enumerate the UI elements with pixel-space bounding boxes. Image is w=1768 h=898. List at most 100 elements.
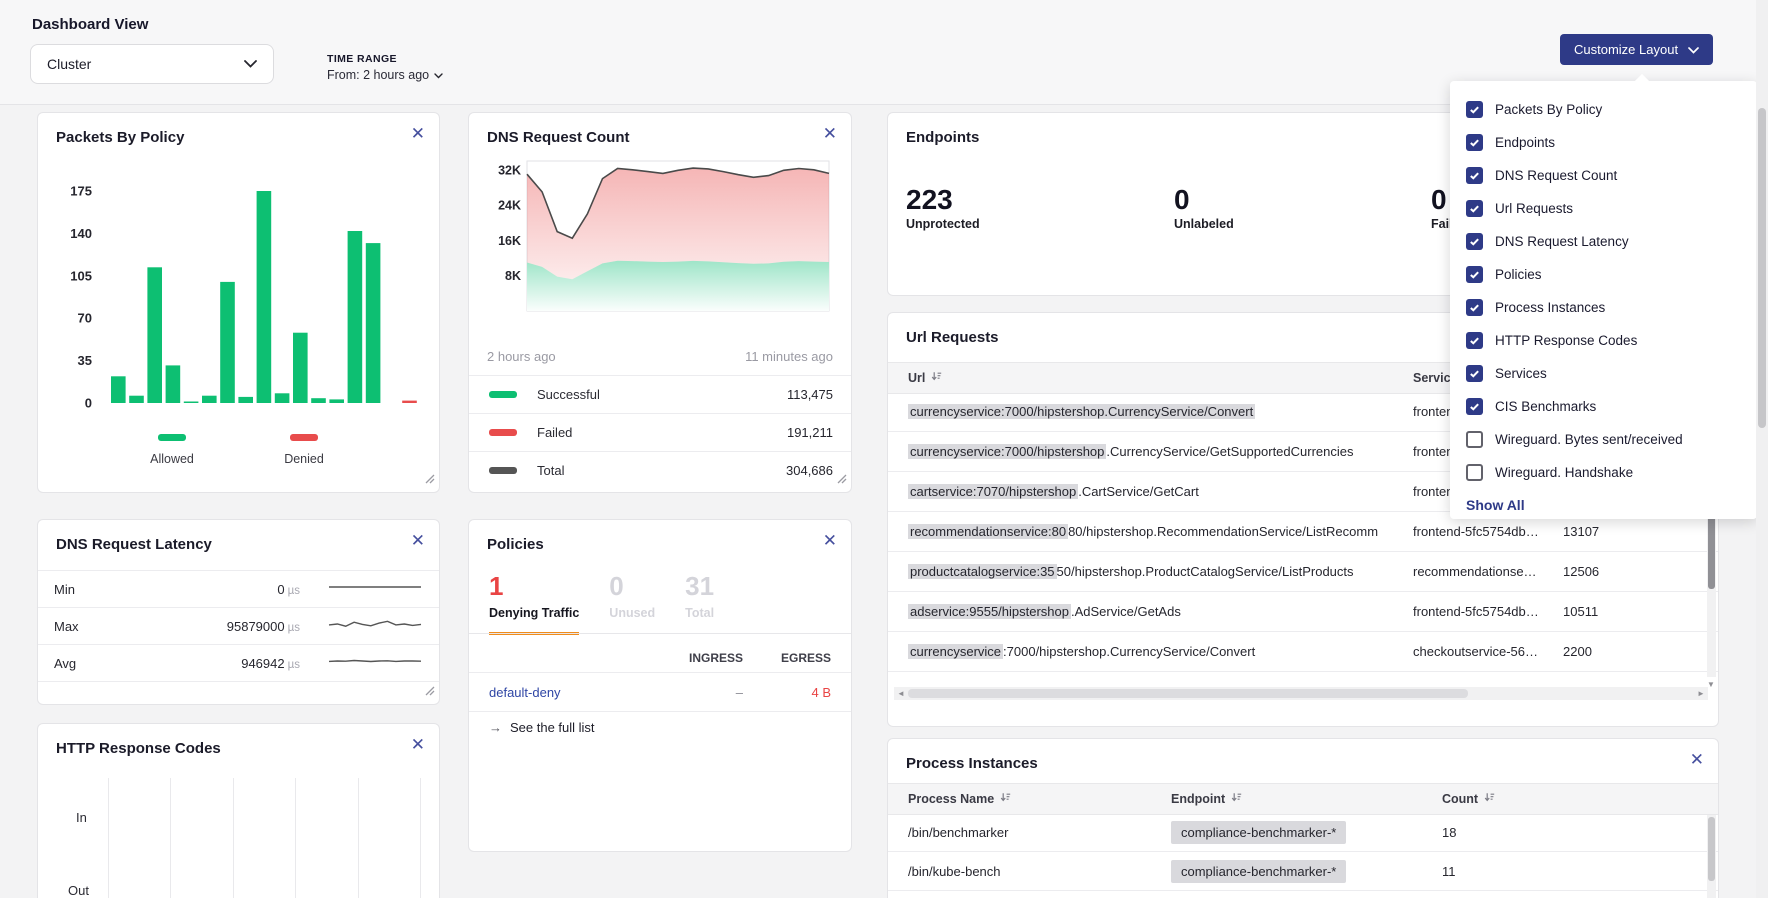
checkbox-checked-icon <box>1466 200 1483 217</box>
close-icon[interactable]: ✕ <box>411 532 425 549</box>
dropdown-item-services[interactable]: Services <box>1466 357 1757 390</box>
gridline <box>420 778 421 898</box>
show-all-link[interactable]: Show All <box>1466 497 1525 513</box>
stat-label: Total <box>685 606 714 620</box>
close-icon[interactable]: ✕ <box>823 532 837 549</box>
url-highlight: currencyservice:7000/hipstershop.Currenc… <box>908 404 1255 419</box>
url-rest: 50/hipstershop.ProductCatalogService/Lis… <box>1057 564 1354 579</box>
dropdown-item-label: Wireguard. Bytes sent/received <box>1495 432 1683 447</box>
dropdown-item-process-instances[interactable]: Process Instances <box>1466 291 1757 324</box>
latency-value: 0µs <box>150 582 300 597</box>
stat-value: 1 <box>489 572 579 600</box>
successful-swatch <box>489 391 517 398</box>
page-title: Dashboard View <box>32 16 148 33</box>
dropdown-item-packets-by-policy[interactable]: Packets By Policy <box>1466 93 1757 126</box>
close-icon[interactable]: ✕ <box>1690 751 1704 768</box>
dropdown-item-label: Url Requests <box>1495 201 1573 216</box>
divider <box>469 633 851 634</box>
policies-tab-denying-traffic[interactable]: 1Denying Traffic <box>489 572 579 635</box>
svg-text:35: 35 <box>78 353 92 368</box>
policies-stats: 1Denying Traffic 0 Unused 31Total <box>489 572 851 633</box>
count-cell: 12506 <box>1563 564 1718 579</box>
url-highlight: adservice:9555/hipstershop <box>908 604 1071 619</box>
dropdown-item-dns-request-latency[interactable]: DNS Request Latency <box>1466 225 1757 258</box>
stat-value: 0 <box>609 572 655 600</box>
close-icon[interactable]: ✕ <box>411 125 425 142</box>
resize-handle-icon[interactable] <box>425 683 435 701</box>
view-selector[interactable]: Cluster <box>30 44 274 84</box>
dropdown-item-cis-benchmarks[interactable]: CIS Benchmarks <box>1466 390 1757 423</box>
dropdown-item-label: Services <box>1495 366 1547 381</box>
policy-name-link[interactable]: default-deny <box>489 685 647 700</box>
category-label-out: Out <box>68 883 89 898</box>
dropdown-item-dns-request-count[interactable]: DNS Request Count <box>1466 159 1757 192</box>
legend-label: Total <box>537 463 786 478</box>
panel-policies: Policies ✕ 1Denying Traffic0Unused31Tota… <box>468 519 852 852</box>
dropdown-item-wireguard-handshake[interactable]: Wireguard. Handshake <box>1466 456 1757 489</box>
dropdown-item-policies[interactable]: Policies <box>1466 258 1757 291</box>
column-header-url[interactable]: Url <box>908 371 1413 385</box>
process-name-cell: /bin/kube-bench <box>908 864 1171 879</box>
see-full-list-link[interactable]: → See the full list <box>489 720 595 735</box>
vertical-scrollbar[interactable] <box>1707 815 1716 898</box>
svg-text:24K: 24K <box>498 199 521 213</box>
latency-row-max: Max95879000µs <box>38 607 439 644</box>
panel-title: DNS Request Latency <box>56 536 212 553</box>
scrollbar-thumb[interactable] <box>908 689 1468 698</box>
gridline <box>108 778 109 898</box>
svg-text:0: 0 <box>85 396 92 411</box>
dropdown-item-label: Policies <box>1495 267 1542 282</box>
endpoint-cell: compliance-benchmarker-* <box>1171 821 1442 844</box>
customize-layout-button[interactable]: Customize Layout <box>1560 34 1713 65</box>
dropdown-item-endpoints[interactable]: Endpoints <box>1466 126 1757 159</box>
svg-text:70: 70 <box>78 311 92 326</box>
latency-label: Min <box>54 582 150 597</box>
legend-label: Successful <box>537 387 787 402</box>
dropdown-item-label: CIS Benchmarks <box>1495 399 1596 414</box>
dropdown-items: Packets By PolicyEndpointsDNS Request Co… <box>1466 93 1757 489</box>
panel-title: Endpoints <box>906 129 979 146</box>
url-cell: currencyservice:7000/hipstershop.Currenc… <box>908 404 1413 419</box>
process-name-cell: /bin/benchmarker <box>908 825 1171 840</box>
url-highlight: currencyservice:7000/hipstershop <box>908 444 1106 459</box>
arrow-right-icon: → <box>489 720 502 735</box>
column-header-process-name[interactable]: Process Name <box>908 792 1171 806</box>
url-cell: currencyservice:7000/hipstershop.Currenc… <box>908 444 1413 459</box>
scrollbar-thumb[interactable] <box>1708 511 1715 589</box>
legend-label: Failed <box>537 425 787 440</box>
close-icon[interactable]: ✕ <box>823 125 837 142</box>
stat-value: 223 <box>906 185 980 215</box>
column-header-endpoint[interactable]: Endpoint <box>1171 792 1442 806</box>
horizontal-scrollbar[interactable]: ◄ ► <box>894 687 1708 700</box>
policies-tab-total[interactable]: 31Total <box>685 572 714 632</box>
stat-label: Unused <box>609 606 655 620</box>
scrollbar-thumb[interactable] <box>1758 108 1766 428</box>
category-label-in: In <box>76 810 87 825</box>
scroll-down-icon[interactable]: ▼ <box>1707 680 1715 689</box>
dropdown-item-wireguard-bytes-sent-received[interactable]: Wireguard. Bytes sent/received <box>1466 423 1757 456</box>
svg-text:140: 140 <box>70 226 92 241</box>
panel-process-instances: Process Instances ✕ Process Name Endpoin… <box>887 738 1719 898</box>
time-range-value[interactable]: From: 2 hours ago <box>327 68 443 82</box>
latency-value: 95879000µs <box>150 619 300 634</box>
svg-text:16K: 16K <box>498 234 521 248</box>
scrollbar-thumb[interactable] <box>1708 817 1715 881</box>
scroll-right-icon[interactable]: ► <box>1694 689 1708 698</box>
url-rest: 80/hipstershop.RecommendationService/Lis… <box>1068 524 1378 539</box>
legend-denied: Denied <box>244 428 364 466</box>
resize-handle-icon[interactable] <box>837 471 847 489</box>
column-header-count[interactable]: Count <box>1442 792 1718 806</box>
dropdown-item-url-requests[interactable]: Url Requests <box>1466 192 1757 225</box>
scroll-left-icon[interactable]: ◄ <box>894 689 908 698</box>
legend-allowed: Allowed <box>112 428 232 466</box>
view-selector-value: Cluster <box>47 56 91 72</box>
count-cell: 2200 <box>1563 644 1718 659</box>
resize-handle-icon[interactable] <box>425 471 435 489</box>
close-icon[interactable]: ✕ <box>411 736 425 753</box>
policies-tab-unused[interactable]: 0 Unused <box>609 572 655 632</box>
table-row: benchmarkercompliance-benchmarker-*9 <box>888 891 1718 898</box>
page-scrollbar[interactable] <box>1756 0 1768 898</box>
dropdown-item-http-response-codes[interactable]: HTTP Response Codes <box>1466 324 1757 357</box>
chevron-down-icon <box>244 55 257 73</box>
checkbox-checked-icon <box>1466 233 1483 250</box>
